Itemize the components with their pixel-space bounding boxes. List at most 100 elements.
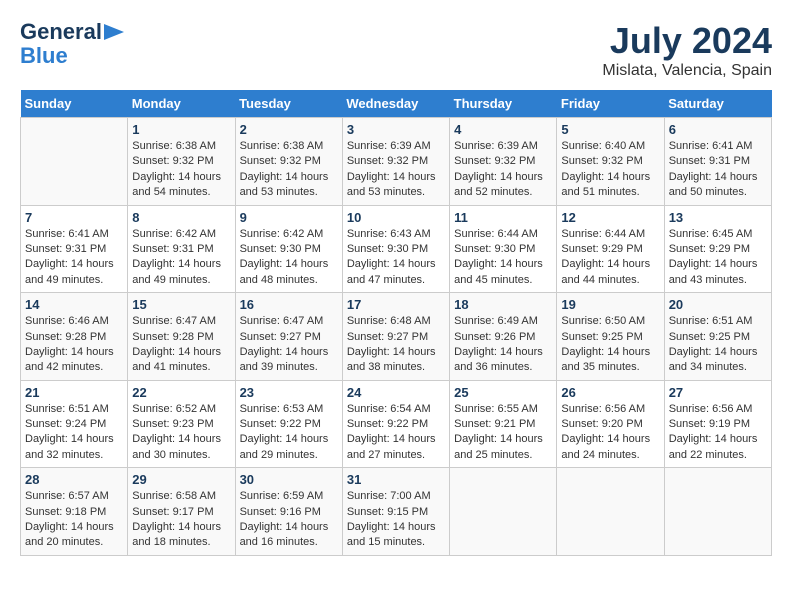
table-row: 25 Sunrise: 6:55 AM Sunset: 9:21 PM Dayli… [450, 380, 557, 468]
date-number: 5 [561, 122, 659, 137]
col-wednesday: Wednesday [342, 90, 449, 118]
table-row: 23Sunrise: 6:53 AM Sunset: 9:22 PM Dayli… [235, 380, 342, 468]
table-row: 26Sunrise: 6:56 AM Sunset: 9:20 PM Dayli… [557, 380, 664, 468]
cell-info: Sunrise: 6:46 AM Sunset: 9:28 PM Dayligh… [25, 314, 123, 376]
calendar-header-row: Sunday Monday Tuesday Wednesday Thursday… [21, 90, 772, 118]
table-row: 6Sunrise: 6:41 AM Sunset: 9:31 PM Daylig… [664, 118, 771, 206]
date-number: 11 [454, 210, 552, 225]
col-friday: Friday [557, 90, 664, 118]
date-number: 8 [132, 210, 230, 225]
table-row: 19Sunrise: 6:50 AM Sunset: 9:25 PM Dayli… [557, 293, 664, 381]
table-row: 7Sunrise: 6:41 AM Sunset: 9:31 PM Daylig… [21, 205, 128, 293]
date-number: 1 [132, 122, 230, 137]
calendar-week-row: 21Sunrise: 6:51 AM Sunset: 9:24 PM Dayli… [21, 380, 772, 468]
cell-info: Sunrise: 6:47 AM Sunset: 9:28 PM Dayligh… [132, 314, 230, 376]
cell-info: Sunrise: 6:44 AM Sunset: 9:30 PM Dayligh… [454, 227, 552, 289]
cell-info: Sunrise: 6:53 AM Sunset: 9:22 PM Dayligh… [240, 402, 338, 464]
table-row: 28 Sunrise: 6:57 AM Sunset: 9:18 PM Dayli… [21, 468, 128, 556]
date-number: 30 [240, 472, 338, 487]
date-number: 12 [561, 210, 659, 225]
table-row: 21Sunrise: 6:51 AM Sunset: 9:24 PM Dayli… [21, 380, 128, 468]
cell-info: Sunrise: 6:52 AM Sunset: 9:23 PM Dayligh… [132, 402, 230, 464]
cell-info: Sunrise: 6:38 AM Sunset: 9:32 PM Dayligh… [132, 139, 230, 201]
col-thursday: Thursday [450, 90, 557, 118]
table-row: 30Sunrise: 6:59 AM Sunset: 9:16 PM Dayli… [235, 468, 342, 556]
date-number: 14 [25, 297, 123, 312]
cell-info: Sunrise: 6:55 AM Sunset: 9:21 PM Dayligh… [454, 402, 552, 464]
cell-info: Sunrise: 6:56 AM Sunset: 9:20 PM Dayligh… [561, 402, 659, 464]
cell-info: Sunrise: 6:48 AM Sunset: 9:27 PM Dayligh… [347, 314, 445, 376]
date-number: 22 [132, 385, 230, 400]
cell-info: Sunrise: 6:40 AM Sunset: 9:32 PM Dayligh… [561, 139, 659, 201]
table-row: 13 Sunrise: 6:45 AM Sunset: 9:29 PM Dayli… [664, 205, 771, 293]
logo-blue: Blue [20, 44, 68, 68]
col-tuesday: Tuesday [235, 90, 342, 118]
table-row: 31 Sunrise: 7:00 AM Sunset: 9:15 PM Dayli… [342, 468, 449, 556]
date-number: 13 [669, 210, 767, 225]
table-row [557, 468, 664, 556]
page-title: July 2024 [602, 20, 772, 62]
date-number: 17 [347, 297, 445, 312]
table-row: 16 Sunrise: 6:47 AM Sunset: 9:27 PM Dayli… [235, 293, 342, 381]
date-number: 31 [347, 472, 445, 487]
calendar-table: Sunday Monday Tuesday Wednesday Thursday… [20, 90, 772, 556]
page-header: General Blue July 2024 Mislata, Valencia… [20, 20, 772, 80]
calendar-week-row: 7Sunrise: 6:41 AM Sunset: 9:31 PM Daylig… [21, 205, 772, 293]
cell-info: Sunrise: 6:41 AM Sunset: 9:31 PM Dayligh… [669, 139, 767, 201]
logo: General Blue [20, 20, 126, 68]
date-number: 10 [347, 210, 445, 225]
table-row: 2 Sunrise: 6:38 AM Sunset: 9:32 PM Daylig… [235, 118, 342, 206]
logo-arrow-icon [104, 22, 126, 42]
cell-info: Sunrise: 6:51 AM Sunset: 9:24 PM Dayligh… [25, 402, 123, 464]
cell-info: Sunrise: 6:47 AM Sunset: 9:27 PM Dayligh… [240, 314, 338, 376]
date-number: 2 [240, 122, 338, 137]
date-number: 27 [669, 385, 767, 400]
date-number: 16 [240, 297, 338, 312]
calendar-week-row: 1 Sunrise: 6:38 AM Sunset: 9:32 PM Daylig… [21, 118, 772, 206]
cell-info: Sunrise: 6:57 AM Sunset: 9:18 PM Dayligh… [25, 489, 123, 551]
table-row: 22 Sunrise: 6:52 AM Sunset: 9:23 PM Dayli… [128, 380, 235, 468]
date-number: 18 [454, 297, 552, 312]
cell-info: Sunrise: 6:43 AM Sunset: 9:30 PM Dayligh… [347, 227, 445, 289]
table-row [21, 118, 128, 206]
cell-info: Sunrise: 6:38 AM Sunset: 9:32 PM Dayligh… [240, 139, 338, 201]
cell-info: Sunrise: 6:54 AM Sunset: 9:22 PM Dayligh… [347, 402, 445, 464]
page-subtitle: Mislata, Valencia, Spain [602, 62, 772, 80]
date-number: 3 [347, 122, 445, 137]
date-number: 29 [132, 472, 230, 487]
col-sunday: Sunday [21, 90, 128, 118]
date-number: 25 [454, 385, 552, 400]
table-row: 24 Sunrise: 6:54 AM Sunset: 9:22 PM Dayli… [342, 380, 449, 468]
cell-info: Sunrise: 6:56 AM Sunset: 9:19 PM Dayligh… [669, 402, 767, 464]
cell-info: Sunrise: 6:58 AM Sunset: 9:17 PM Dayligh… [132, 489, 230, 551]
table-row: 15 Sunrise: 6:47 AM Sunset: 9:28 PM Dayli… [128, 293, 235, 381]
cell-info: Sunrise: 6:42 AM Sunset: 9:31 PM Dayligh… [132, 227, 230, 289]
table-row: 9Sunrise: 6:42 AM Sunset: 9:30 PM Daylig… [235, 205, 342, 293]
date-number: 4 [454, 122, 552, 137]
table-row: 5 Sunrise: 6:40 AM Sunset: 9:32 PM Daylig… [557, 118, 664, 206]
table-row: 17 Sunrise: 6:48 AM Sunset: 9:27 PM Dayli… [342, 293, 449, 381]
col-monday: Monday [128, 90, 235, 118]
date-number: 7 [25, 210, 123, 225]
table-row [450, 468, 557, 556]
date-number: 28 [25, 472, 123, 487]
cell-info: Sunrise: 6:49 AM Sunset: 9:26 PM Dayligh… [454, 314, 552, 376]
date-number: 15 [132, 297, 230, 312]
table-row: 3Sunrise: 6:39 AM Sunset: 9:32 PM Daylig… [342, 118, 449, 206]
table-row: 20Sunrise: 6:51 AM Sunset: 9:25 PM Dayli… [664, 293, 771, 381]
calendar-week-row: 14 Sunrise: 6:46 AM Sunset: 9:28 PM Dayli… [21, 293, 772, 381]
table-row: 29 Sunrise: 6:58 AM Sunset: 9:17 PM Dayli… [128, 468, 235, 556]
cell-info: Sunrise: 6:42 AM Sunset: 9:30 PM Dayligh… [240, 227, 338, 289]
cell-info: Sunrise: 6:45 AM Sunset: 9:29 PM Dayligh… [669, 227, 767, 289]
cell-info: Sunrise: 6:44 AM Sunset: 9:29 PM Dayligh… [561, 227, 659, 289]
table-row: 12 Sunrise: 6:44 AM Sunset: 9:29 PM Dayli… [557, 205, 664, 293]
table-row: 27 Sunrise: 6:56 AM Sunset: 9:19 PM Dayli… [664, 380, 771, 468]
table-row: 8 Sunrise: 6:42 AM Sunset: 9:31 PM Daylig… [128, 205, 235, 293]
table-row: 11 Sunrise: 6:44 AM Sunset: 9:30 PM Dayli… [450, 205, 557, 293]
table-row: 14 Sunrise: 6:46 AM Sunset: 9:28 PM Dayli… [21, 293, 128, 381]
cell-info: Sunrise: 6:50 AM Sunset: 9:25 PM Dayligh… [561, 314, 659, 376]
date-number: 24 [347, 385, 445, 400]
cell-info: Sunrise: 7:00 AM Sunset: 9:15 PM Dayligh… [347, 489, 445, 551]
col-saturday: Saturday [664, 90, 771, 118]
calendar-week-row: 28 Sunrise: 6:57 AM Sunset: 9:18 PM Dayli… [21, 468, 772, 556]
